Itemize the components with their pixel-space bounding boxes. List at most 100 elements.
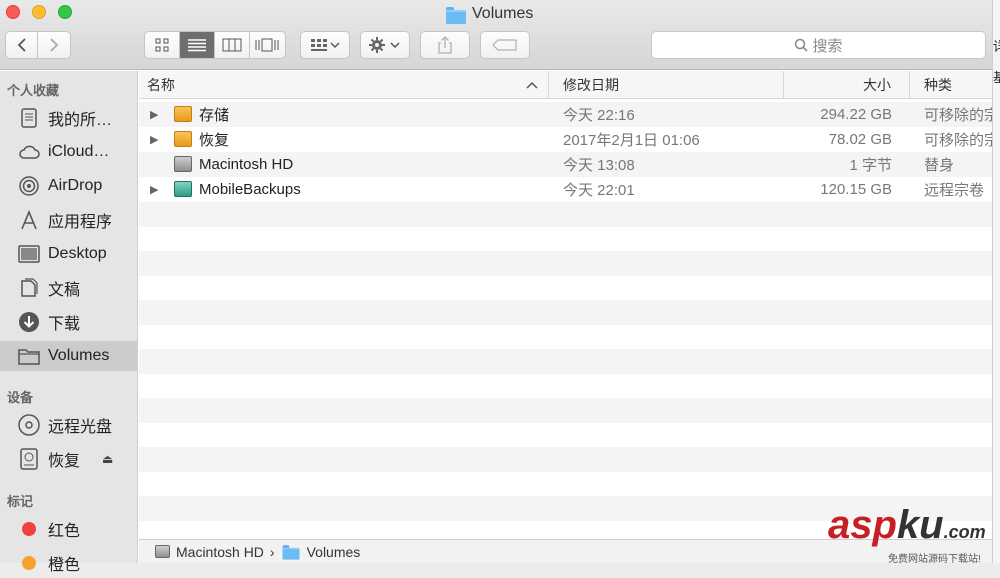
sidebar-item-tag-red[interactable]: 红色 <box>0 514 137 544</box>
empty-row <box>139 276 992 301</box>
file-list: ▶ 存储 今天 22:16 294.22 GB 可移除的宗 ▶ 恢复 2017年… <box>139 100 992 532</box>
column-header-name[interactable]: 名称 <box>139 71 549 99</box>
list-icon <box>188 39 206 52</box>
grid-icon <box>155 38 169 52</box>
window-title-label: Volumes <box>472 5 534 22</box>
sidebar-item-applications[interactable]: 应用程序 <box>0 205 137 235</box>
row-size: 294.22 GB <box>820 105 892 123</box>
applications-icon <box>18 209 40 231</box>
tags-heading: 标记 <box>7 494 34 509</box>
downloads-icon <box>18 311 40 333</box>
columns-icon <box>222 38 242 52</box>
disclosure-triangle-icon[interactable]: ▶ <box>150 127 158 151</box>
column-view-button[interactable] <box>215 32 250 58</box>
disclosure-triangle-icon[interactable]: ▶ <box>150 102 158 126</box>
minimize-button[interactable] <box>32 5 46 19</box>
path-item-disk[interactable]: Macintosh HD <box>176 544 264 560</box>
share-icon <box>438 36 452 54</box>
sidebar-item-desktop[interactable]: Desktop <box>0 239 137 269</box>
sidebar-item-icloud[interactable]: iCloud… <box>0 137 137 167</box>
eject-icon[interactable]: ⏏ <box>102 452 113 466</box>
table-row[interactable]: ▶ 存储 今天 22:16 294.22 GB 可移除的宗 <box>139 102 992 127</box>
sidebar-item-recovery[interactable]: 恢复 ⏏ <box>0 444 137 474</box>
devices-heading: 设备 <box>7 390 34 405</box>
icon-view-button[interactable] <box>145 32 180 58</box>
path-item-folder[interactable]: Volumes <box>307 544 361 560</box>
tag-icon <box>492 39 517 51</box>
desktop-icon <box>18 243 40 265</box>
table-row[interactable]: ▶ MobileBackups 今天 22:01 120.15 GB 远程宗卷 <box>139 177 992 202</box>
share-button[interactable] <box>420 31 470 59</box>
row-size: 78.02 GB <box>828 130 892 148</box>
watermark-text: aspku.com <box>828 503 986 547</box>
chevron-up-icon <box>526 81 538 89</box>
list-view-button[interactable] <box>180 32 215 58</box>
empty-row <box>139 349 992 374</box>
sidebar: 个人收藏 我的所… iCloud… AirDrop 应用程序 Desktop 文… <box>0 71 138 574</box>
row-date: 今天 22:16 <box>563 106 635 124</box>
search-icon <box>795 38 809 52</box>
view-mode-group <box>144 31 286 59</box>
row-kind: 可移除的宗 <box>924 131 992 149</box>
sidebar-item-label: AirDrop <box>48 177 103 194</box>
path-separator: › <box>269 543 275 560</box>
sidebar-item-airdrop[interactable]: AirDrop <box>0 171 137 201</box>
coverflow-view-button[interactable] <box>250 32 285 58</box>
table-row[interactable]: ▶ 恢复 2017年2月1日 01:06 78.02 GB 可移除的宗 <box>139 127 992 152</box>
time-machine-icon <box>174 177 192 201</box>
zoom-button[interactable] <box>58 5 72 19</box>
search-field[interactable]: 搜索 <box>651 31 986 59</box>
tag-button[interactable] <box>480 31 530 59</box>
sidebar-item-documents[interactable]: 文稿 <box>0 273 137 303</box>
column-header-kind[interactable]: 种类 <box>910 71 992 99</box>
window-title: Volumes <box>446 4 533 24</box>
documents-icon <box>18 277 40 299</box>
column-label: 种类 <box>924 77 952 93</box>
row-size: 1 字节 <box>849 156 892 174</box>
sidebar-item-tag-orange[interactable]: 橙色 <box>0 548 137 578</box>
sidebar-item-label: 我的所… <box>48 112 113 129</box>
empty-row <box>139 423 992 448</box>
action-button[interactable] <box>360 31 410 59</box>
empty-row <box>139 398 992 423</box>
sidebar-item-volumes[interactable]: Volumes <box>0 341 137 371</box>
sidebar-item-remote-disc[interactable]: 远程光盘 <box>0 410 137 440</box>
column-header-date[interactable]: 修改日期 <box>549 71 784 99</box>
sidebar-item-label: 橙色 <box>48 557 81 574</box>
sidebar-item-label: iCloud… <box>48 143 110 160</box>
table-row[interactable]: Macintosh HD 今天 13:08 1 字节 替身 <box>139 152 992 177</box>
list-header: 名称 修改日期 大小 种类 <box>139 71 992 99</box>
hard-drive-icon <box>174 152 192 176</box>
sidebar-item-downloads[interactable]: 下载 <box>0 307 137 337</box>
forward-button[interactable] <box>38 31 71 59</box>
row-kind: 替身 <box>924 156 955 174</box>
row-name: Macintosh HD <box>199 155 294 173</box>
coverflow-icon <box>255 38 279 52</box>
edge-glyph: 基 <box>993 70 1000 85</box>
sidebar-item-label: 恢复 <box>48 453 81 470</box>
close-button[interactable] <box>6 5 20 19</box>
gear-icon <box>369 37 400 53</box>
row-date: 2017年2月1日 01:06 <box>563 131 700 149</box>
column-label: 修改日期 <box>563 77 619 93</box>
airdrop-icon <box>18 175 40 197</box>
sidebar-item-all-my-files[interactable]: 我的所… <box>0 103 137 133</box>
sidebar-item-label: Volumes <box>48 347 110 364</box>
watermark-logo: aspku.com 免费网站源码下载站! <box>828 503 996 565</box>
back-button[interactable] <box>5 31 38 59</box>
edge-glyph: 详 <box>993 39 1000 54</box>
arrange-icon <box>311 39 340 51</box>
row-kind: 可移除的宗 <box>924 106 992 124</box>
cloud-icon <box>18 141 40 163</box>
column-header-size[interactable]: 大小 <box>784 71 910 99</box>
sidebar-item-label: Desktop <box>48 245 107 262</box>
orange-drive-icon <box>174 102 192 126</box>
row-name: MobileBackups <box>199 180 301 198</box>
arrange-button[interactable] <box>300 31 350 59</box>
hard-drive-icon <box>155 545 170 558</box>
empty-row <box>139 202 992 227</box>
sidebar-item-label: 红色 <box>48 523 81 540</box>
toolbar: Volumes 搜索 <box>0 0 1000 70</box>
disclosure-triangle-icon[interactable]: ▶ <box>150 177 158 201</box>
search-placeholder: 搜索 <box>812 37 843 55</box>
